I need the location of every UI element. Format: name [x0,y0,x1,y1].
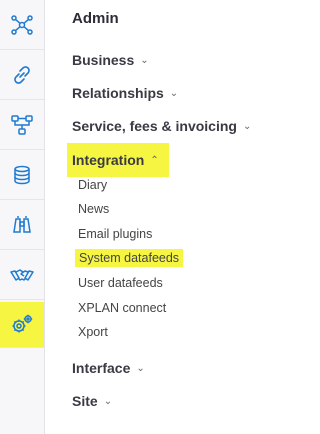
network-icon [11,14,33,35]
binoculars-icon [13,215,31,233]
menu-item-xplan-connect[interactable]: XPLAN connect [78,301,166,315]
rail-item-database[interactable] [0,150,44,200]
rail-item-hierarchy[interactable] [0,100,44,150]
admin-title: Admin [72,10,119,27]
rail-item-network[interactable] [0,0,44,50]
rail-item-handshake[interactable] [0,250,44,300]
section-label: Interface [72,360,131,376]
section-label: Service, fees & invoicing [72,118,237,134]
rail-item-link[interactable] [0,50,44,100]
admin-menu-panel: Admin Business ⌄ Relationships ⌄ Service… [45,0,306,434]
section-service-fees-invoicing[interactable]: Service, fees & invoicing ⌄ [72,118,251,134]
menu-item-news[interactable]: News [78,202,109,216]
menu-item-email-plugins[interactable]: Email plugins [78,227,152,241]
gears-icon [12,314,33,332]
section-interface[interactable]: Interface ⌄ [72,360,145,376]
chevron-down-icon: ⌄ [136,362,145,374]
menu-item-diary[interactable]: Diary [78,178,107,192]
chevron-down-icon: ⌄ [103,395,113,407]
section-business[interactable]: Business ⌄ [72,52,149,68]
chevron-down-icon: ⌄ [169,87,179,99]
section-label: Integration [72,152,145,168]
section-integration[interactable]: Integration ⌃ [67,143,169,177]
chevron-down-icon: ⌄ [242,120,252,132]
menu-item-user-datafeeds[interactable]: User datafeeds [78,276,163,290]
chevron-down-icon: ⌄ [140,54,149,66]
section-label: Site [72,393,98,409]
section-relationships[interactable]: Relationships ⌄ [72,85,178,101]
chevron-up-icon: ⌃ [150,154,159,166]
handshake-icon [10,268,34,281]
section-site[interactable]: Site ⌄ [72,393,112,409]
rail-item-binoculars[interactable] [0,200,44,250]
rail-item-settings[interactable] [0,302,44,348]
icon-rail [0,0,45,434]
section-label: Business [72,52,135,68]
section-label: Relationships [72,85,164,101]
link-icon [14,65,30,84]
hierarchy-icon [11,114,33,135]
database-icon [14,165,30,184]
menu-item-xport[interactable]: Xport [78,325,108,339]
menu-item-system-datafeeds[interactable]: System datafeeds [75,249,184,267]
